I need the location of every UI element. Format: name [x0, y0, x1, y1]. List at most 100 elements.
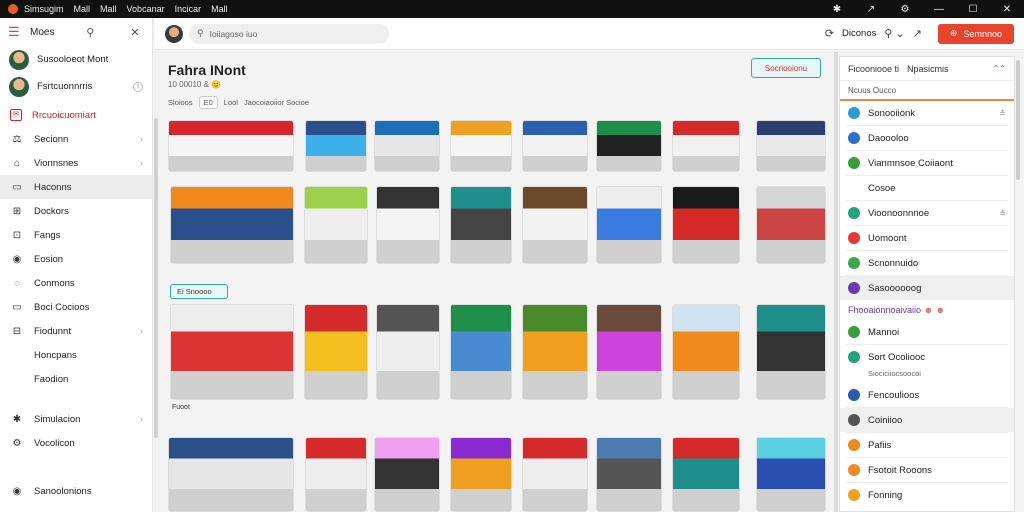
- store-image-tile[interactable]: [596, 437, 662, 512]
- outline-button[interactable]: Socriooionu: [751, 58, 821, 78]
- filter-chip[interactable]: Sloioos: [168, 98, 193, 107]
- store-image-tile[interactable]: [522, 120, 588, 172]
- panel-item[interactable]: Daoooloo: [840, 126, 1014, 150]
- sidebar-scrollbar[interactable]: [154, 118, 158, 438]
- panel-splitter[interactable]: [834, 52, 838, 512]
- sidebar-item[interactable]: Honcpans: [0, 343, 153, 367]
- store-image-tile[interactable]: [756, 437, 826, 512]
- filter-chip[interactable]: Lool: [224, 98, 238, 107]
- share-icon[interactable]: ↗: [854, 4, 888, 15]
- sidebar-item[interactable]: ⚖ Secionn ›: [0, 127, 153, 151]
- sidebar-item[interactable]: ◉ Sanoolonions: [0, 479, 153, 503]
- store-image-tile[interactable]: [522, 186, 588, 264]
- store-image-tile[interactable]: [596, 304, 662, 400]
- store-image-tile[interactable]: [596, 120, 662, 172]
- panel-item[interactable]: Fonning: [840, 483, 1014, 507]
- store-image-tile[interactable]: [304, 186, 368, 264]
- title-tab-4[interactable]: Vobcanar: [127, 4, 165, 14]
- panel-item[interactable]: Sasoooooog: [840, 276, 1014, 300]
- title-tab-6[interactable]: Mall: [211, 4, 228, 14]
- panel-item-action-icon[interactable]: ≛: [999, 109, 1006, 118]
- sidebar-item[interactable]: ◌ Conmons: [0, 271, 153, 295]
- close-icon[interactable]: ✕: [126, 26, 144, 39]
- expand-icon[interactable]: ↗: [913, 27, 922, 40]
- panel-scrollbar[interactable]: [1016, 60, 1020, 180]
- panel-item[interactable]: Sonooiionk ≛: [840, 101, 1014, 125]
- sidebar-item[interactable]: ⌂ Vionnsnes ›: [0, 151, 153, 175]
- sidebar-item[interactable]: Faodion: [0, 367, 153, 391]
- store-image-tile[interactable]: [522, 437, 588, 512]
- panel-item[interactable]: Coiniioo: [840, 408, 1014, 432]
- tag-label: Ei Snoooo: [177, 287, 212, 296]
- store-image-tile[interactable]: [756, 120, 826, 172]
- store-image-tile[interactable]: [376, 304, 440, 400]
- selection-tag[interactable]: Ei Snoooo: [170, 284, 228, 299]
- toolbar-label[interactable]: Diconos: [842, 28, 876, 39]
- sidebar-item[interactable]: ✱ Simulacion ›: [0, 407, 153, 431]
- primary-action-button[interactable]: ⊕ Semnnoo: [937, 23, 1014, 44]
- panel-item[interactable]: Uomoont: [840, 226, 1014, 250]
- title-tab-2[interactable]: Mall: [74, 4, 91, 14]
- title-tab-5[interactable]: Incicar: [175, 4, 202, 14]
- panel-item[interactable]: Scnonnuido: [840, 251, 1014, 275]
- search-icon[interactable]: ⚲: [81, 26, 99, 39]
- settings-icon[interactable]: ⚙: [888, 4, 922, 15]
- panel-item-action-icon[interactable]: ≛: [999, 209, 1006, 218]
- store-image-tile[interactable]: [522, 304, 588, 400]
- pin-icon[interactable]: ✱: [820, 4, 854, 15]
- store-image-tile[interactable]: [374, 437, 440, 512]
- close-icon[interactable]: ✕: [990, 4, 1024, 15]
- store-image-tile[interactable]: [170, 304, 294, 400]
- store-image-tile[interactable]: [672, 120, 740, 172]
- info-icon[interactable]: i: [133, 81, 143, 92]
- panel-item[interactable]: Cosoe: [840, 176, 1014, 200]
- store-image-tile[interactable]: [374, 120, 440, 172]
- panel-item[interactable]: Mannoi: [840, 320, 1014, 344]
- panel-item[interactable]: Fencoulioos: [840, 383, 1014, 407]
- panel-item[interactable]: Pafiis: [840, 433, 1014, 457]
- minimize-icon[interactable]: —: [922, 4, 956, 15]
- refresh-icon[interactable]: ⟳: [825, 27, 834, 40]
- store-image-tile[interactable]: [672, 437, 740, 512]
- search-icon[interactable]: ⚲ ⌄: [884, 27, 904, 40]
- hamburger-icon[interactable]: ☰: [8, 24, 20, 40]
- sidebar-item[interactable]: ⊞ Dockors: [0, 199, 153, 223]
- avatar[interactable]: [165, 24, 183, 43]
- search-input[interactable]: ⚲ Ioiiagoso iuo: [189, 23, 389, 44]
- store-image-tile[interactable]: [305, 120, 367, 172]
- filter-chip[interactable]: Jaocoiaoiior Socioe: [244, 98, 309, 107]
- title-tab-3[interactable]: Mall: [100, 4, 117, 14]
- store-image-tile[interactable]: [168, 120, 294, 172]
- store-image-tile[interactable]: [170, 186, 294, 264]
- title-tab-1[interactable]: Simsugim: [24, 4, 64, 14]
- maximize-icon[interactable]: ☐: [956, 4, 990, 15]
- store-image-tile[interactable]: [304, 304, 368, 400]
- sidebar-user-2[interactable]: Fsrtcuonnrris i: [0, 73, 152, 100]
- store-image-tile[interactable]: [450, 120, 512, 172]
- store-image-tile[interactable]: [305, 437, 367, 512]
- store-image-tile[interactable]: [672, 304, 740, 400]
- sidebar-item[interactable]: ▭ Haconns: [0, 175, 153, 199]
- panel-item[interactable]: Vioonoonnnoe ≛: [840, 201, 1014, 225]
- store-image-tile[interactable]: [672, 186, 740, 264]
- sidebar-user-1[interactable]: Susooloeot Mont: [0, 46, 152, 73]
- store-image-tile[interactable]: [756, 186, 826, 264]
- panel-item[interactable]: Fsotoit Rooons: [840, 458, 1014, 482]
- store-image-tile[interactable]: [168, 437, 294, 512]
- collapse-icon[interactable]: ⌃⌃: [993, 64, 1006, 73]
- store-image-tile[interactable]: [596, 186, 662, 264]
- sidebar-item[interactable]: ⚙ Vocolicon: [0, 431, 153, 455]
- filter-chip[interactable]: E0: [198, 96, 218, 109]
- store-image-tile[interactable]: [376, 186, 440, 264]
- store-image-tile[interactable]: [450, 304, 512, 400]
- sidebar-item[interactable]: ⊟ Fiodunnt ›: [0, 319, 153, 343]
- sidebar-item[interactable]: ✉ Rrcuoicuomiart: [0, 103, 153, 127]
- panel-item[interactable]: Sort Ocoliooc: [840, 345, 1014, 369]
- sidebar-item[interactable]: ⊡ Fangs: [0, 223, 153, 247]
- store-image-tile[interactable]: [450, 437, 512, 512]
- store-image-tile[interactable]: [756, 304, 826, 400]
- panel-item[interactable]: Vianmnsoe Coiiaont: [840, 151, 1014, 175]
- sidebar-item[interactable]: ▭ Boci Cocioos: [0, 295, 153, 319]
- store-image-tile[interactable]: [450, 186, 512, 264]
- sidebar-item[interactable]: ◉ Eosion: [0, 247, 153, 271]
